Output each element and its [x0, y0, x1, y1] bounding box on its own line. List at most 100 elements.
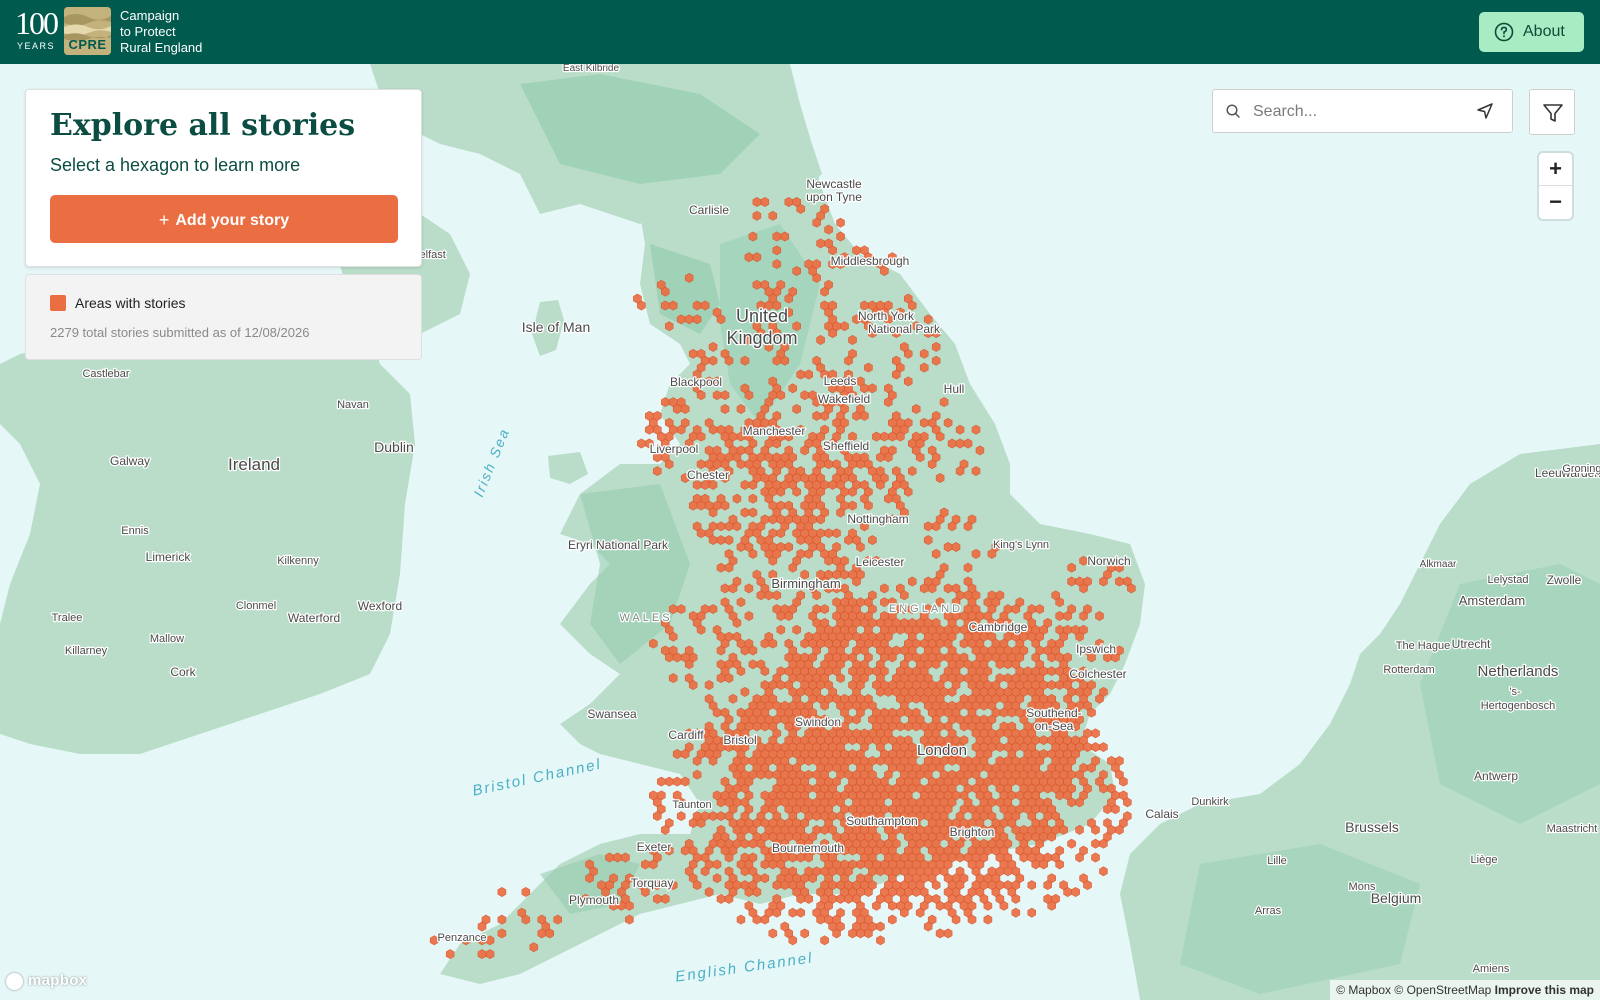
- story-hexagon[interactable]: [804, 259, 814, 270]
- story-hexagon[interactable]: [788, 935, 798, 946]
- story-hexagon[interactable]: [820, 700, 829, 711]
- story-hexagon[interactable]: [688, 680, 698, 690]
- story-hexagon[interactable]: [848, 459, 857, 470]
- story-hexagon[interactable]: [903, 707, 913, 718]
- story-hexagon[interactable]: [828, 300, 837, 311]
- story-hexagon[interactable]: [887, 900, 897, 911]
- story-hexagon[interactable]: [872, 680, 881, 690]
- story-hexagon[interactable]: [975, 652, 985, 663]
- story-hexagon[interactable]: [768, 210, 778, 221]
- story-hexagon[interactable]: [716, 838, 726, 849]
- story-hexagon[interactable]: [1015, 707, 1025, 718]
- story-hexagon[interactable]: [864, 735, 873, 746]
- story-hexagon[interactable]: [868, 714, 877, 725]
- story-hexagon[interactable]: [517, 907, 527, 918]
- story-hexagon[interactable]: [1027, 783, 1036, 794]
- story-hexagon[interactable]: [955, 659, 965, 670]
- story-hexagon[interactable]: [1091, 755, 1100, 766]
- story-hexagon[interactable]: [760, 859, 770, 870]
- story-hexagon[interactable]: [704, 749, 714, 759]
- story-hexagon[interactable]: [804, 631, 814, 642]
- story-hexagon[interactable]: [864, 624, 873, 635]
- story-hexagon[interactable]: [804, 769, 814, 780]
- story-hexagon[interactable]: [708, 811, 718, 822]
- story-hexagon[interactable]: [756, 659, 766, 670]
- story-hexagon[interactable]: [664, 321, 674, 332]
- story-hexagon[interactable]: [895, 707, 905, 718]
- story-hexagon[interactable]: [1091, 742, 1100, 753]
- story-hexagon[interactable]: [1007, 804, 1017, 815]
- story-hexagon[interactable]: [979, 852, 989, 863]
- story-hexagon[interactable]: [688, 348, 698, 359]
- story-hexagon[interactable]: [780, 921, 790, 932]
- story-hexagon[interactable]: [1027, 880, 1036, 891]
- story-hexagon[interactable]: [1003, 604, 1013, 615]
- story-hexagon[interactable]: [700, 300, 710, 311]
- story-hexagon[interactable]: [812, 907, 821, 918]
- story-hexagon[interactable]: [899, 866, 909, 877]
- story-hexagon[interactable]: [820, 659, 829, 670]
- story-hexagon[interactable]: [1055, 597, 1064, 608]
- story-hexagon[interactable]: [868, 604, 877, 615]
- story-hexagon[interactable]: [816, 887, 825, 897]
- story-hexagon[interactable]: [768, 749, 778, 759]
- story-hexagon[interactable]: [776, 900, 786, 911]
- story-hexagon[interactable]: [760, 638, 770, 649]
- story-hexagon[interactable]: [983, 804, 993, 815]
- story-hexagon[interactable]: [903, 652, 913, 663]
- story-hexagon[interactable]: [688, 818, 698, 828]
- story-hexagon[interactable]: [740, 755, 750, 766]
- story-hexagon[interactable]: [876, 479, 885, 490]
- story-hexagon[interactable]: [868, 755, 877, 766]
- story-hexagon[interactable]: [1011, 907, 1021, 918]
- story-hexagon[interactable]: [744, 390, 754, 401]
- story-hexagon[interactable]: [876, 893, 885, 904]
- story-hexagon[interactable]: [828, 742, 837, 753]
- story-hexagon[interactable]: [951, 914, 961, 925]
- story-hexagon[interactable]: [999, 721, 1009, 732]
- story-hexagon[interactable]: [748, 231, 758, 242]
- story-hexagon[interactable]: [752, 210, 762, 221]
- story-hexagon[interactable]: [987, 742, 997, 753]
- story-hexagon[interactable]: [816, 335, 825, 345]
- story-hexagon[interactable]: [955, 438, 965, 449]
- story-hexagon[interactable]: [800, 928, 810, 939]
- story-hexagon[interactable]: [748, 824, 758, 835]
- story-hexagon[interactable]: [660, 397, 670, 408]
- story-hexagon[interactable]: [880, 749, 889, 759]
- story-hexagon[interactable]: [959, 804, 969, 815]
- story-hexagon[interactable]: [1127, 583, 1136, 594]
- story-hexagon[interactable]: [800, 887, 810, 897]
- story-hexagon[interactable]: [903, 749, 913, 759]
- story-hexagon[interactable]: [967, 721, 977, 732]
- story-hexagon[interactable]: [1015, 666, 1025, 677]
- story-hexagon[interactable]: [744, 445, 754, 456]
- story-hexagon[interactable]: [1031, 680, 1040, 690]
- story-hexagon[interactable]: [477, 949, 487, 960]
- story-hexagon[interactable]: [680, 404, 690, 414]
- story-hexagon[interactable]: [836, 231, 845, 242]
- story-hexagon[interactable]: [963, 590, 973, 601]
- story-hexagon[interactable]: [868, 535, 877, 546]
- story-hexagon[interactable]: [684, 272, 694, 283]
- story-hexagon[interactable]: [935, 431, 945, 442]
- story-hexagon[interactable]: [1075, 686, 1084, 697]
- story-hexagon[interactable]: [716, 645, 726, 656]
- story-hexagon[interactable]: [860, 673, 869, 684]
- story-hexagon[interactable]: [700, 866, 710, 877]
- story-hexagon[interactable]: [836, 631, 845, 642]
- story-hexagon[interactable]: [732, 452, 742, 463]
- story-hexagon[interactable]: [712, 859, 722, 870]
- search-input[interactable]: [1251, 98, 1465, 126]
- story-hexagon[interactable]: [856, 735, 865, 746]
- story-hexagon[interactable]: [860, 410, 869, 421]
- story-hexagon[interactable]: [812, 631, 821, 642]
- story-hexagon[interactable]: [836, 673, 845, 684]
- story-hexagon[interactable]: [748, 838, 758, 849]
- improve-map-link[interactable]: Improve this map: [1495, 983, 1594, 997]
- story-hexagon[interactable]: [1079, 555, 1088, 566]
- story-hexagon[interactable]: [740, 824, 750, 835]
- story-hexagon[interactable]: [716, 893, 726, 904]
- story-hexagon[interactable]: [1051, 824, 1060, 835]
- story-hexagon[interactable]: [939, 852, 949, 863]
